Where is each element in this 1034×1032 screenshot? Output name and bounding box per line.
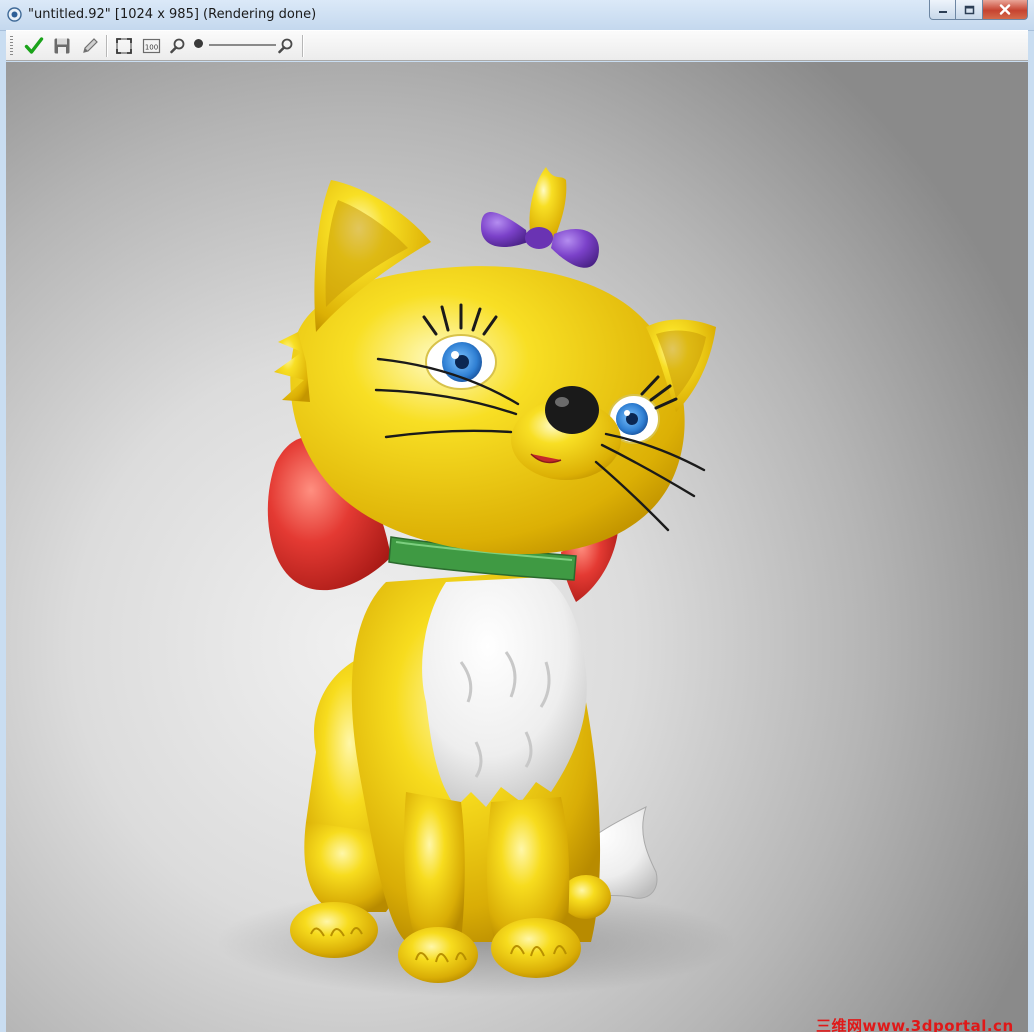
pencil-icon — [83, 38, 98, 53]
toolbar-separator — [106, 35, 108, 57]
title-bar[interactable]: "untitled.92" [1024 x 985] (Rendering do… — [0, 0, 1034, 31]
toolbar: 100 — [6, 30, 1028, 61]
render-viewport[interactable]: 三维网www.3dportal.cn — [6, 62, 1028, 1032]
toolbar-grip[interactable] — [10, 36, 13, 56]
cat-bow-knot — [525, 227, 553, 249]
actual-size-button[interactable]: 100 — [141, 36, 161, 56]
maximize-icon — [964, 5, 974, 14]
zoom-slider-track[interactable] — [209, 44, 276, 46]
save-icon — [54, 38, 70, 54]
cat-nose — [545, 386, 599, 434]
cat-bow-left — [481, 212, 528, 247]
maximize-button[interactable] — [956, 0, 983, 20]
close-button[interactable] — [983, 0, 1028, 20]
window-title: "untitled.92" [1024 x 985] (Rendering do… — [28, 7, 317, 22]
close-icon — [999, 4, 1011, 15]
save-button[interactable] — [52, 36, 72, 56]
zoom-out-button[interactable] — [168, 36, 188, 56]
apply-icon — [24, 37, 44, 54]
zoom-in-button[interactable] — [276, 36, 296, 56]
cat-bow-right — [551, 228, 599, 268]
actual-size-label: 100 — [144, 43, 157, 51]
fit-view-button[interactable] — [114, 36, 134, 56]
render-window: "untitled.92" [1024 x 985] (Rendering do… — [0, 0, 1034, 1032]
zoom-in-icon — [278, 38, 293, 54]
rendered-cat-image — [216, 167, 736, 997]
cat-chest-fur — [422, 577, 587, 807]
actual-size-icon: 100 — [142, 38, 160, 54]
fit-view-icon — [116, 38, 132, 54]
watermark-text: 三维网www.3dportal.cn — [816, 1017, 1014, 1032]
minimize-button[interactable] — [929, 0, 956, 20]
minimize-icon — [938, 10, 947, 13]
toolbar-separator — [302, 35, 304, 57]
app-icon — [7, 7, 22, 22]
cat-front-leg-left — [404, 792, 465, 942]
zoom-out-icon — [170, 38, 185, 54]
zoom-slider-thumb[interactable] — [194, 39, 203, 48]
edit-button[interactable] — [80, 36, 100, 56]
apply-button[interactable] — [24, 36, 44, 56]
